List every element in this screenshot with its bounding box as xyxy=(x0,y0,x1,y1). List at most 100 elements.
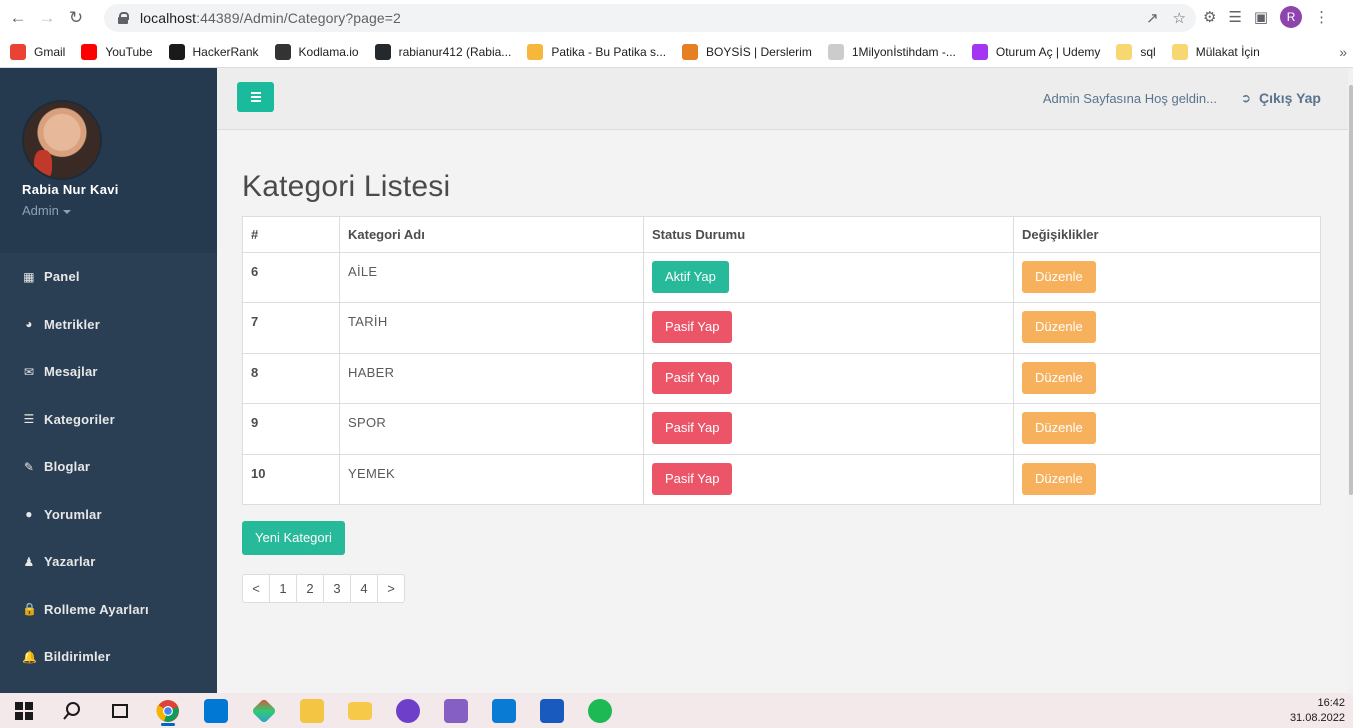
extensions-puzzle-icon[interactable]: ⚙ xyxy=(1203,8,1216,26)
edit-button[interactable]: Düzenle xyxy=(1022,412,1096,445)
tools-icon[interactable] xyxy=(288,693,336,728)
deactivate-button[interactable]: Pasif Yap xyxy=(652,412,733,445)
bookmark-favicon-icon xyxy=(168,43,185,60)
bookmark-label: YouTube xyxy=(105,44,153,59)
table-row: 9 SPOR Pasif Yap Düzenle xyxy=(242,403,1321,455)
address-bar[interactable]: localhost:44389/Admin/Category?page=2 ↗ … xyxy=(104,4,1196,32)
table-row: 10 YEMEK Pasif Yap Düzenle xyxy=(242,453,1321,505)
sidebar-item-rolleme-ayarlar-[interactable]: 🔒 Rolleme Ayarları xyxy=(0,586,217,634)
bookmark-item[interactable]: sql xyxy=(1116,43,1156,60)
url-text[interactable]: localhost:44389/Admin/Category?page=2 xyxy=(140,10,401,26)
sidebar-item-bildirimler[interactable]: 🔔 Bildirimler xyxy=(0,633,217,681)
sidebar-item-yazarlar[interactable]: ♟ Yazarlar xyxy=(0,538,217,586)
bookmark-item[interactable]: Kodlama.io xyxy=(274,43,359,60)
chrome-icon[interactable] xyxy=(144,693,192,728)
top-navbar: Admin Sayfasına Hoş geldin... ➲ Çıkış Ya… xyxy=(217,68,1348,130)
bookmark-star-icon[interactable]: ☆ xyxy=(1173,9,1186,27)
lock-icon xyxy=(118,12,129,24)
github-desktop-icon[interactable] xyxy=(384,693,432,728)
spotify-icon[interactable] xyxy=(576,693,624,728)
pager-page[interactable]: 1 xyxy=(269,574,297,603)
back-arrow-icon[interactable]: ← xyxy=(7,7,29,29)
sidebar-item-label: Metrikler xyxy=(44,316,100,332)
edit-button[interactable]: Düzenle xyxy=(1022,361,1096,394)
sidebar-item-metrikler[interactable]: ◕ Metrikler xyxy=(0,301,217,349)
edit-button[interactable]: Düzenle xyxy=(1022,261,1096,293)
new-category-button[interactable]: Yeni Kategori xyxy=(242,521,345,555)
edit-button[interactable]: Düzenle xyxy=(1022,311,1096,344)
deactivate-button[interactable]: Pasif Yap xyxy=(652,462,733,495)
system-clock[interactable]: 16:42 31.08.2022 xyxy=(1290,696,1345,726)
sidebar-item-bloglar[interactable]: ✎ Bloglar xyxy=(0,443,217,491)
bookmark-favicon-icon xyxy=(682,43,699,60)
browser-toolbar: ← → ↻ localhost:44389/Admin/Category?pag… xyxy=(0,0,1353,36)
actions-cell: Düzenle xyxy=(1013,352,1321,405)
bookmark-item[interactable]: BOYSİS | Derslerim xyxy=(682,43,812,60)
bookmark-favicon-icon xyxy=(10,43,26,60)
bookmark-item[interactable]: Mülakat İçin xyxy=(1171,43,1260,60)
bookmark-item[interactable]: Oturum Aç | Udemy xyxy=(971,43,1100,60)
user-role-dropdown[interactable]: Admin xyxy=(22,203,71,218)
reload-icon[interactable]: ↻ xyxy=(65,7,87,29)
activate-button[interactable]: Aktif Yap xyxy=(652,261,729,293)
pager-next[interactable]: > xyxy=(377,574,405,603)
pager-page[interactable]: 3 xyxy=(323,574,351,603)
deactivate-button[interactable]: Pasif Yap xyxy=(652,361,733,394)
sidebar-item-icon: ◕ xyxy=(25,317,33,332)
bookmark-item[interactable]: Patika - Bu Patika s... xyxy=(527,43,666,60)
actions-cell: Düzenle xyxy=(1013,453,1321,505)
bookmark-label: 1Milyonİstihdam -... xyxy=(851,44,956,59)
scrollbar-thumb[interactable] xyxy=(1349,85,1353,495)
sidebar-item-icon: ☰ xyxy=(23,412,35,427)
category-name: HABER xyxy=(339,352,644,405)
edit-button[interactable]: Düzenle xyxy=(1022,462,1096,495)
bookmark-item[interactable]: Gmail xyxy=(10,43,65,60)
bookmark-item[interactable]: rabianur412 (Rabia... xyxy=(374,43,511,60)
sidebar-item-panel[interactable]: ▦ Panel xyxy=(0,253,217,301)
git-kraken-icon[interactable] xyxy=(240,693,288,728)
profile-avatar[interactable]: R xyxy=(1280,6,1303,28)
sidebar-item-mesajlar[interactable]: ✉ Mesajlar xyxy=(0,348,217,396)
category-id: 10 xyxy=(242,453,340,505)
bookmark-favicon-icon xyxy=(1171,43,1188,60)
pagination: <1 2 3 4 > xyxy=(242,574,405,603)
sidebar-item-label: Bildirimler xyxy=(44,649,111,665)
pager-page[interactable]: 4 xyxy=(350,574,378,603)
more-menu-icon[interactable]: ⋮ xyxy=(1314,8,1329,26)
bookmark-item[interactable]: YouTube xyxy=(81,43,153,60)
status-cell: Pasif Yap xyxy=(643,453,1014,505)
bookmark-item[interactable]: 1Milyonİstihdam -... xyxy=(827,43,956,60)
mail-icon[interactable] xyxy=(192,693,240,728)
reading-list-icon[interactable]: ☰ xyxy=(1228,8,1241,26)
pager-prev[interactable]: < xyxy=(242,574,270,603)
bookmark-label: sql xyxy=(1140,44,1156,59)
bookmarks-overflow-icon[interactable]: » xyxy=(1339,44,1347,60)
sidebar-item-label: Bloglar xyxy=(44,459,91,475)
file-explorer-icon[interactable] xyxy=(336,693,384,728)
sidebar-item-label: Mesajlar xyxy=(44,364,98,380)
side-panel-icon[interactable]: ▣ xyxy=(1254,8,1268,26)
bookmark-item[interactable]: HackerRank xyxy=(168,43,259,60)
share-icon[interactable]: ↗ xyxy=(1146,9,1159,27)
category-name: SPOR xyxy=(339,403,644,455)
word-icon[interactable] xyxy=(528,693,576,728)
sidebar-item-icon: 🔒 xyxy=(22,602,38,617)
category-id: 7 xyxy=(242,302,340,354)
vscode-icon[interactable] xyxy=(480,693,528,728)
deactivate-button[interactable]: Pasif Yap xyxy=(652,311,733,344)
col-header-name: Kategori Adı xyxy=(339,216,644,253)
bookmark-label: HackerRank xyxy=(192,44,259,59)
visual-studio-icon[interactable] xyxy=(432,693,480,728)
logout-link[interactable]: ➲ Çıkış Yap xyxy=(1241,90,1321,106)
status-cell: Pasif Yap xyxy=(643,302,1014,354)
pager-page[interactable]: 2 xyxy=(296,574,324,603)
sidebar-item-yorumlar[interactable]: ● Yorumlar xyxy=(0,491,217,539)
windows-start-icon[interactable] xyxy=(0,693,48,728)
task-view-icon[interactable] xyxy=(96,693,144,728)
search-icon[interactable] xyxy=(48,693,96,728)
sidebar-item-kategoriler[interactable]: ☰ Kategoriler xyxy=(0,396,217,444)
forward-arrow-icon[interactable]: → xyxy=(36,7,58,29)
menu-toggle-button[interactable] xyxy=(237,82,274,112)
actions-cell: Düzenle xyxy=(1013,302,1321,354)
bookmark-label: Mülakat İçin xyxy=(1195,44,1260,59)
